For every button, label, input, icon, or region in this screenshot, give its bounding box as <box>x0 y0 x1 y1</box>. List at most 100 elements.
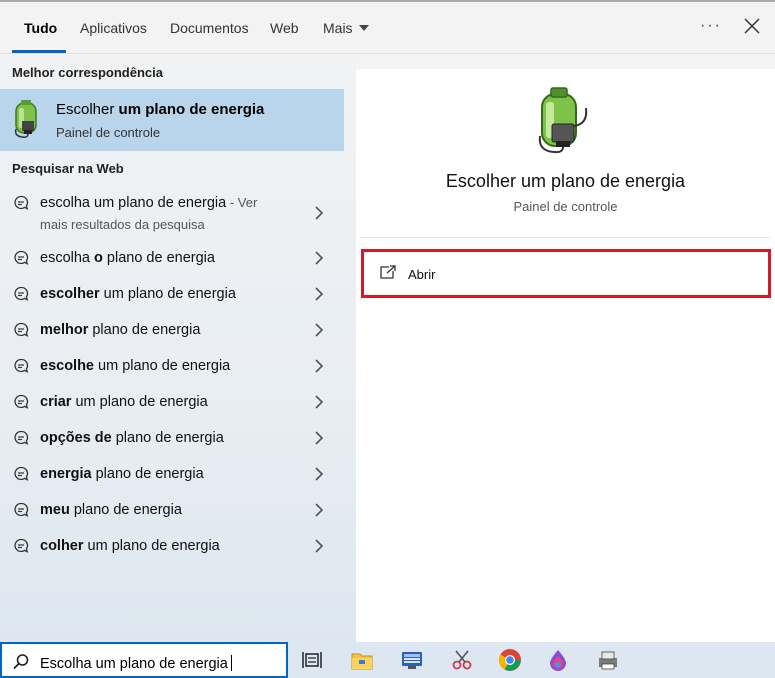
web-result-bold: energia <box>40 466 92 482</box>
tab-web[interactable]: Web <box>270 20 299 52</box>
web-result-text-pre: escolha um plano de energia <box>40 195 227 211</box>
search-text: Escolha um plano de energia <box>40 656 228 672</box>
best-match-title-plain: Escolher <box>56 101 119 118</box>
web-result-text: colher um plano de energia <box>40 538 220 554</box>
search-input-value: Escolha um plano de energia <box>40 655 232 672</box>
file-explorer-icon[interactable] <box>350 648 374 672</box>
web-result-see-more: - Ver <box>226 195 258 210</box>
web-search-icon <box>14 195 29 210</box>
web-result-pre: escolha <box>40 250 95 266</box>
chevron-right-icon <box>315 467 324 481</box>
web-result-row[interactable]: meu plano de energia <box>0 493 344 529</box>
best-match-heading: Melhor correspondência <box>12 65 163 80</box>
web-search-icon <box>14 502 29 517</box>
tab-bar: Tudo Aplicativos Documentos Web Mais ··· <box>0 2 775 54</box>
web-result-second-line: mais resultados da pesquisa <box>40 217 205 232</box>
web-result-row[interactable]: escolha o plano de energia <box>0 241 344 277</box>
web-search-icon <box>14 466 29 481</box>
chevron-down-icon <box>358 25 369 31</box>
battery-plug-icon <box>14 100 37 138</box>
web-search-icon <box>14 538 29 553</box>
web-result-text: meu plano de energia <box>40 502 182 518</box>
web-search-heading: Pesquisar na Web <box>12 161 124 176</box>
web-result-post: um plano de energia <box>99 286 236 302</box>
paint-icon[interactable] <box>546 648 570 672</box>
chevron-right-icon <box>315 206 324 220</box>
more-options-icon[interactable]: ··· <box>700 17 722 35</box>
web-result-post: plano de energia <box>91 466 204 482</box>
web-result-row[interactable]: escolher um plano de energia <box>0 277 344 313</box>
search-input[interactable]: Escolha um plano de energia <box>0 642 288 678</box>
web-result-post: plano de energia <box>88 322 201 338</box>
web-result-bold: o <box>94 250 103 266</box>
web-result-text: melhor plano de energia <box>40 322 200 338</box>
web-result-row[interactable]: escolha um plano de energia - Ver mais r… <box>0 186 344 238</box>
preview-panel: Escolher um plano de energia Painel de c… <box>356 69 775 644</box>
web-result-row[interactable]: opções de plano de energia <box>0 421 344 457</box>
divider <box>360 237 770 238</box>
snipping-tool-icon[interactable] <box>450 648 474 672</box>
web-search-icon <box>14 286 29 301</box>
chevron-right-icon <box>315 503 324 517</box>
web-result-row[interactable]: criar um plano de energia <box>0 385 344 421</box>
chevron-right-icon <box>315 251 324 265</box>
results-panel: Melhor correspondência Escolher um plano… <box>0 55 356 644</box>
web-result-bold: meu <box>40 502 70 518</box>
close-icon[interactable] <box>742 16 762 36</box>
web-result-text: escolher um plano de energia <box>40 286 236 302</box>
web-search-icon <box>14 430 29 445</box>
active-tab-indicator <box>12 50 66 53</box>
preview-title: Escolher um plano de energia <box>445 171 686 191</box>
printer-app-icon[interactable] <box>596 648 620 672</box>
web-search-icon <box>14 394 29 409</box>
web-search-icon <box>14 322 29 337</box>
web-result-row[interactable]: melhor plano de energia <box>0 313 344 349</box>
task-view-icon[interactable] <box>300 648 324 672</box>
open-button[interactable]: Abrir <box>361 249 771 298</box>
web-result-text: energia plano de energia <box>40 466 204 482</box>
web-result-text: opções de plano de energia <box>40 430 224 446</box>
web-result-post: um plano de energia <box>71 394 208 410</box>
search-window: Tudo Aplicativos Documentos Web Mais ···… <box>0 0 775 644</box>
web-result-text: criar um plano de energia <box>40 394 208 410</box>
web-result-row[interactable]: escolhe um plano de energia <box>0 349 344 385</box>
battery-plug-icon <box>538 87 588 154</box>
best-match-subtitle: Painel de controle <box>56 125 161 140</box>
web-result-bold: escolhe <box>40 358 94 374</box>
text-caret <box>230 655 232 671</box>
web-result-post: plano de energia <box>102 250 215 266</box>
chevron-right-icon <box>315 395 324 409</box>
web-search-icon <box>14 250 29 265</box>
chevron-right-icon <box>315 431 324 445</box>
open-external-icon <box>380 265 396 279</box>
web-result-post: plano de energia <box>69 502 182 518</box>
web-result-bold: melhor <box>40 322 89 338</box>
tab-mais[interactable]: Mais <box>323 20 369 52</box>
best-match-title: Escolher um plano de energia <box>56 101 264 118</box>
tab-aplicativos[interactable]: Aplicativos <box>80 20 147 52</box>
chevron-right-icon <box>315 323 324 337</box>
tab-mais-label: Mais <box>323 20 353 36</box>
web-result-bold: criar <box>40 394 72 410</box>
preview-subtitle: Painel de controle <box>513 199 618 214</box>
web-result-text: escolha o plano de energia <box>40 250 215 266</box>
search-icon <box>13 654 29 670</box>
tab-tudo[interactable]: Tudo <box>24 20 57 52</box>
chrome-icon[interactable] <box>498 648 522 672</box>
web-result-row[interactable]: colher um plano de energia <box>0 529 344 565</box>
network-app-icon[interactable] <box>400 648 424 672</box>
chevron-right-icon <box>315 287 324 301</box>
tab-documentos[interactable]: Documentos <box>170 20 249 52</box>
web-result-bold: colher <box>40 538 84 554</box>
taskbar: Escolha um plano de energia <box>0 642 775 678</box>
chevron-right-icon <box>315 539 324 553</box>
open-button-label: Abrir <box>408 267 436 282</box>
web-result-post: um plano de energia <box>83 538 220 554</box>
web-result-post: plano de energia <box>111 430 224 446</box>
best-match-item[interactable]: Escolher um plano de energia Painel de c… <box>0 89 344 151</box>
web-result-post: um plano de energia <box>94 358 231 374</box>
web-result-bold: escolher <box>40 286 100 302</box>
web-result-row[interactable]: energia plano de energia <box>0 457 344 493</box>
web-result-text: escolha um plano de energia - Ver <box>40 195 257 211</box>
chevron-right-icon <box>315 359 324 373</box>
